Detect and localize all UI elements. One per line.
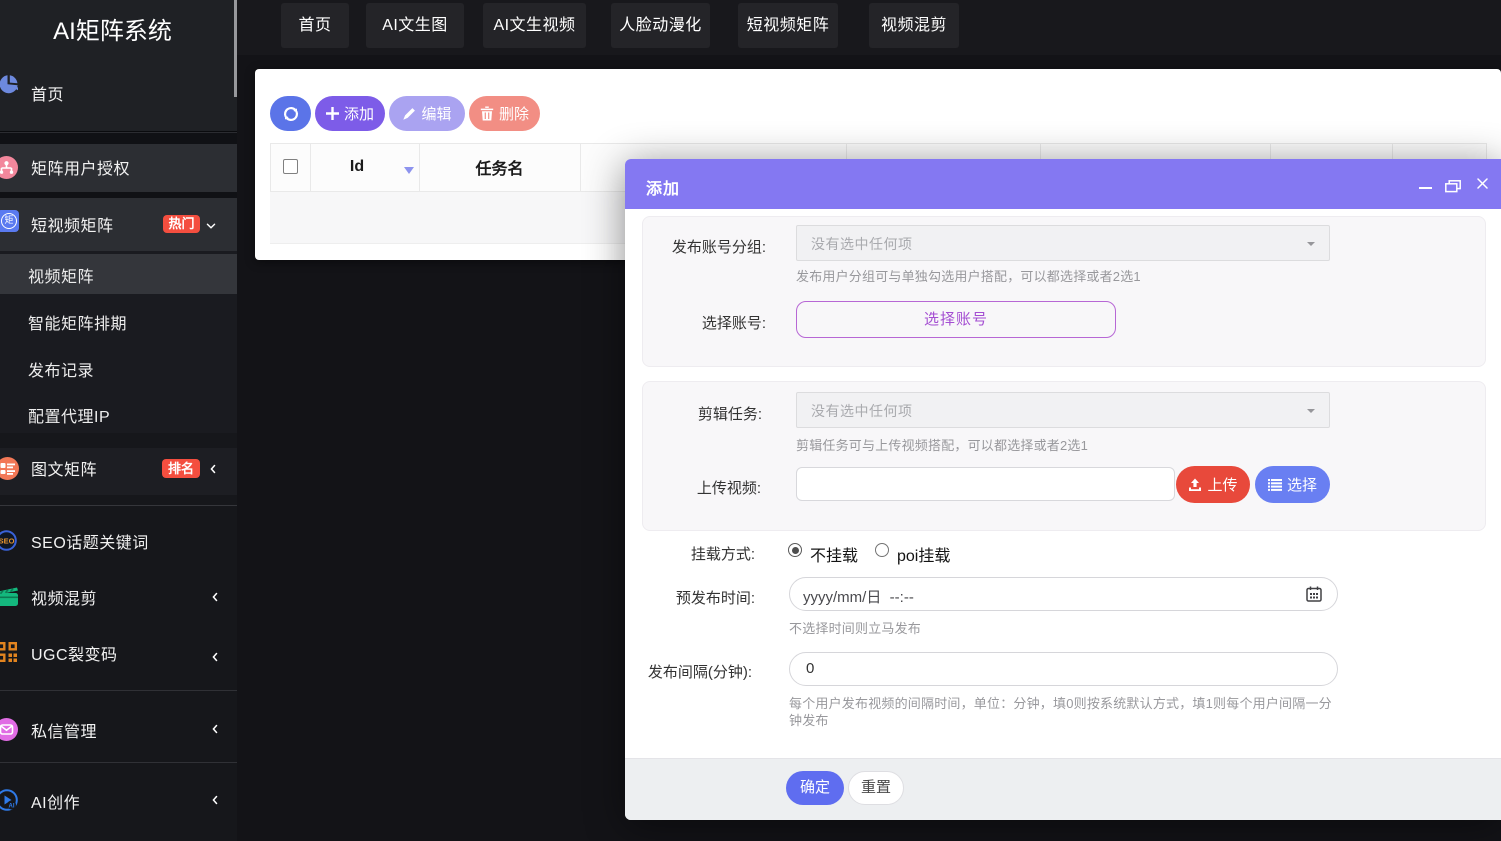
svg-text:SEO: SEO <box>0 537 15 546</box>
svg-text:AI: AI <box>9 804 15 810</box>
